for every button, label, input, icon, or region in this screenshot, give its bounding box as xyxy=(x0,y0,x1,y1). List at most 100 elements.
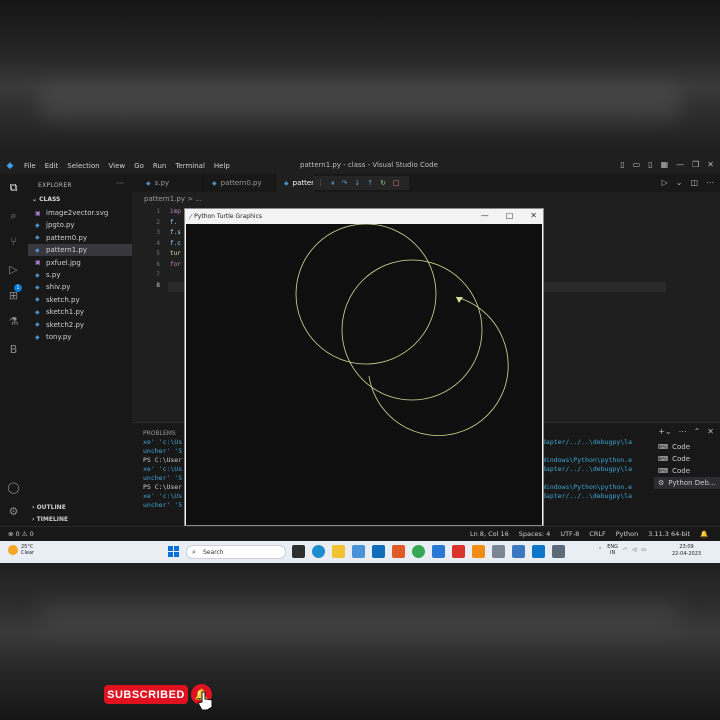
language-mode[interactable]: Python xyxy=(616,530,639,538)
terminal-instance[interactable]: ⌨ Code xyxy=(654,441,720,453)
close-icon[interactable]: ✕ xyxy=(530,211,537,220)
pause-icon[interactable]: ⏸ xyxy=(331,179,335,188)
restart-icon[interactable]: ↻ xyxy=(380,179,386,187)
menu-item-help[interactable]: Help xyxy=(214,162,230,170)
terminal-instance[interactable]: ⌨ Code xyxy=(654,453,720,465)
menu-item-selection[interactable]: Selection xyxy=(67,162,99,170)
python-icon[interactable] xyxy=(512,545,525,558)
vscode-logo-icon: ◆ xyxy=(6,161,14,171)
menu-item-terminal[interactable]: Terminal xyxy=(175,162,205,170)
tab-problems[interactable]: PROBLEMS xyxy=(143,430,176,437)
outline-section[interactable]: › OUTLINE xyxy=(32,504,66,511)
customize-layout-icon[interactable]: ▦ xyxy=(661,160,669,169)
restore-icon[interactable]: ❐ xyxy=(692,160,699,169)
minimize-icon[interactable]: — xyxy=(481,211,489,220)
settings-gear-icon[interactable]: ⚙ xyxy=(6,504,21,519)
language-indicator[interactable]: ENG IN xyxy=(607,544,618,556)
minimize-icon[interactable]: — xyxy=(676,160,684,169)
layout-icon[interactable]: ▯ xyxy=(620,160,624,169)
indentation[interactable]: Spaces: 4 xyxy=(519,530,551,538)
store-icon[interactable] xyxy=(352,545,365,558)
edge-icon[interactable] xyxy=(312,545,325,558)
file-item[interactable]: ◆ sketch2.py xyxy=(28,319,132,331)
problems-status[interactable]: ⊗ 0 ⚠ 0 xyxy=(8,530,34,538)
turtle-taskbar-icon[interactable] xyxy=(552,545,565,558)
step-out-icon[interactable]: ↑ xyxy=(367,179,373,187)
explorer-icon[interactable]: ⧉ xyxy=(6,180,21,195)
word-icon[interactable] xyxy=(432,545,445,558)
brave-icon[interactable] xyxy=(392,545,405,558)
file-explorer-icon[interactable] xyxy=(332,545,345,558)
split-editor-icon[interactable]: ◫ xyxy=(690,178,698,187)
new-terminal-icon[interactable]: +⌄ xyxy=(658,427,671,436)
run-icon[interactable]: ▷ xyxy=(662,178,668,187)
notifications-icon[interactable]: 🔔 xyxy=(700,530,708,538)
weather-widget[interactable]: 25°C Clear xyxy=(8,544,34,556)
remote-b-icon[interactable]: B xyxy=(6,342,21,357)
file-item[interactable]: ◆ tony.py xyxy=(28,331,132,343)
file-item[interactable]: ◆ sketch.py xyxy=(28,294,132,306)
maximize-panel-icon[interactable]: ⌃ xyxy=(694,427,701,436)
wifi-icon[interactable]: ◠ xyxy=(623,547,627,553)
chrome-icon[interactable] xyxy=(412,545,425,558)
sidebar-toggle-icon[interactable]: ▯ xyxy=(648,160,652,169)
tab-pattern1-py[interactable]: ◆ patter xyxy=(276,174,316,192)
menu-item-view[interactable]: View xyxy=(109,162,126,170)
file-item[interactable]: ◆ shiv.py xyxy=(28,281,132,293)
search-box[interactable]: ⌕ Search xyxy=(186,545,286,559)
settings-icon[interactable] xyxy=(492,545,505,558)
end-of-line[interactable]: CRLF xyxy=(589,530,605,538)
tab-s-py[interactable]: ◆ s.py xyxy=(138,174,204,192)
more-actions-icon[interactable]: ⋯ xyxy=(706,178,714,187)
task-view-icon[interactable] xyxy=(292,545,305,558)
mail-icon[interactable] xyxy=(372,545,385,558)
step-into-icon[interactable]: ↓ xyxy=(354,179,360,187)
breadcrumb[interactable]: pattern1.py > ... xyxy=(144,195,202,203)
vscode-taskbar-icon[interactable] xyxy=(532,545,545,558)
explorer-more-icon[interactable]: ··· xyxy=(116,179,124,188)
maximize-icon[interactable]: □ xyxy=(506,211,514,220)
run-debug-icon[interactable]: ▷ xyxy=(6,262,21,277)
search-icon[interactable]: ⌕ xyxy=(6,208,21,223)
menu-item-go[interactable]: Go xyxy=(134,162,144,170)
tray-chevron-icon[interactable]: ⌃ xyxy=(598,547,602,553)
menu-item-edit[interactable]: Edit xyxy=(45,162,59,170)
account-icon[interactable]: ◯ xyxy=(6,480,21,495)
testing-icon[interactable]: ⚗ xyxy=(6,314,21,329)
stop-icon[interactable]: □ xyxy=(393,179,400,187)
run-dropdown-icon[interactable]: ⌄ xyxy=(676,178,683,187)
more-icon[interactable]: ⋯ xyxy=(679,427,687,436)
tab-pattern0-py[interactable]: ◆ pattern0.py xyxy=(204,174,276,192)
file-item[interactable]: ▣ image2vector.svg xyxy=(28,207,132,219)
cursor-position[interactable]: Ln 8, Col 16 xyxy=(470,530,509,538)
file-item[interactable]: ◆ pattern0.py xyxy=(28,232,132,244)
menu-item-file[interactable]: File xyxy=(24,162,36,170)
python-interpreter[interactable]: 3.11.3 64-bit xyxy=(648,530,690,538)
file-item[interactable]: ◆ s.py xyxy=(28,269,132,281)
panel-toggle-icon[interactable]: ▭ xyxy=(633,160,641,169)
drag-handle-icon[interactable]: ⋮ xyxy=(317,179,324,187)
battery-icon[interactable]: ▭ xyxy=(641,547,646,553)
folder-class[interactable]: ⌄ CLASS xyxy=(32,196,60,203)
step-over-icon[interactable]: ↷ xyxy=(342,179,348,187)
source-control-icon[interactable]: ⑂ xyxy=(6,234,21,249)
file-item[interactable]: ▣ pxfuel.jpg xyxy=(28,257,132,269)
close-icon[interactable]: ✕ xyxy=(707,160,714,169)
clock[interactable]: 23:09 22-04-2023 xyxy=(672,544,701,558)
weather-desc: Clear xyxy=(21,550,35,556)
volume-icon[interactable]: ◁ xyxy=(632,547,636,553)
timeline-section[interactable]: › TIMELINE xyxy=(32,516,68,523)
menu-item-run[interactable]: Run xyxy=(153,162,166,170)
extensions-icon[interactable]: ⊞ xyxy=(6,288,21,303)
file-item[interactable]: ◆ jpgto.py xyxy=(28,219,132,231)
file-item[interactable]: ◆ sketch1.py xyxy=(28,306,132,318)
file-item[interactable]: ◆ pattern1.py xyxy=(28,244,132,257)
encoding[interactable]: UTF-8 xyxy=(560,530,579,538)
code-line: f.s xyxy=(170,229,181,236)
vlc-icon[interactable] xyxy=(472,545,485,558)
start-button[interactable] xyxy=(168,546,179,557)
close-panel-icon[interactable]: ✕ xyxy=(707,427,714,436)
terminal-instance[interactable]: ⌨ Code xyxy=(654,465,720,477)
wps-icon[interactable] xyxy=(452,545,465,558)
terminal-instance[interactable]: ⚙ Python Deb... xyxy=(654,477,720,489)
